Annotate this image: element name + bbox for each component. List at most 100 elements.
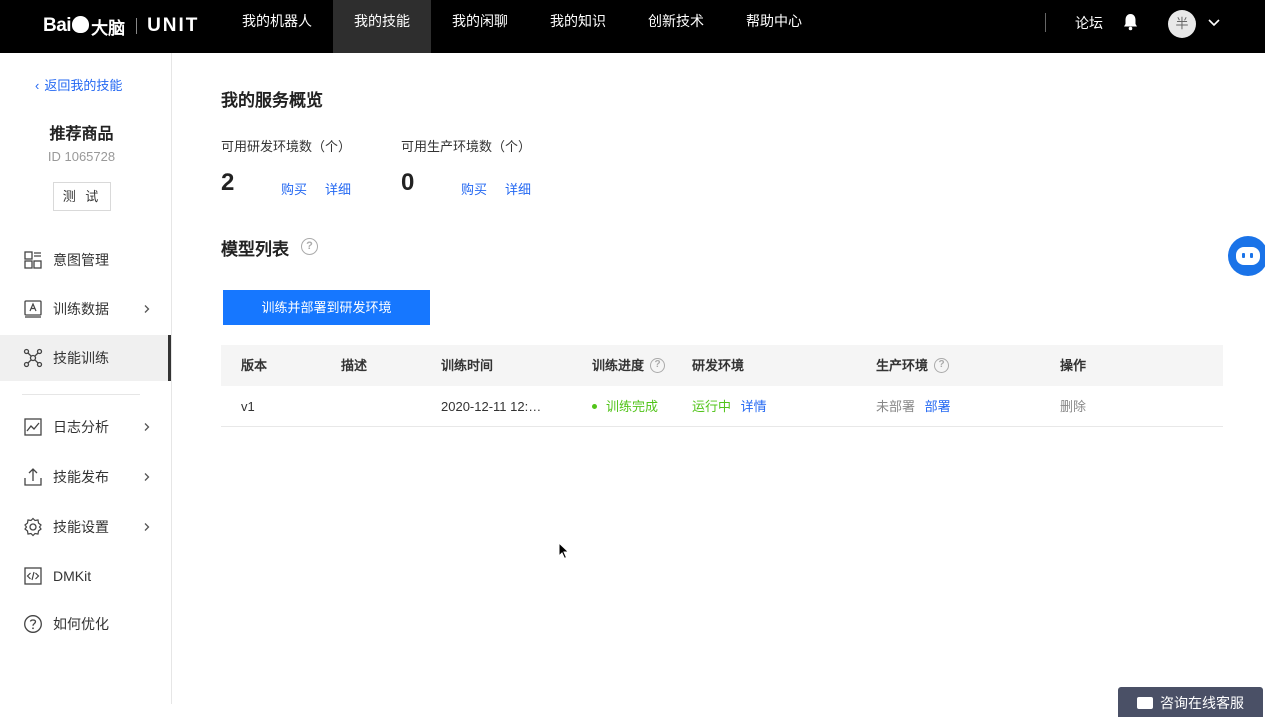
sidebar: ‹ 返回我的技能 推荐商品 ID 1065728 测 试 意图管理 训练数据 技…: [0, 53, 172, 704]
prod-env-buy-link[interactable]: 购买: [461, 179, 487, 198]
sidebar-item-skill-publish[interactable]: 技能发布: [0, 454, 171, 500]
skill-id: ID 1065728: [47, 149, 116, 164]
chart-trend-icon: [24, 418, 42, 436]
column-header-label: 生产环境: [876, 358, 929, 373]
help-circle-icon[interactable]: ?: [301, 238, 318, 255]
sidebar-item-label: 如何优化: [53, 616, 109, 632]
sidebar-item-log-analysis[interactable]: 日志分析: [0, 404, 171, 450]
sidebar-item-label: 技能设置: [53, 519, 109, 535]
cell-dev-env: 运行中 详情: [692, 386, 767, 427]
sidebar-item-label: 技能训练: [53, 350, 109, 366]
nav-my-skills[interactable]: 我的技能: [333, 0, 431, 53]
chevron-right-icon: [144, 305, 150, 313]
cell-version: v1: [241, 399, 255, 414]
sidebar-item-intent-management[interactable]: 意图管理: [0, 237, 171, 283]
assistant-robot-button[interactable]: [1228, 236, 1265, 276]
network-nodes-icon: [23, 348, 43, 368]
question-icon: [24, 615, 42, 633]
logo-text: Bai: [43, 15, 72, 36]
sidebar-divider: [22, 394, 140, 395]
help-circle-icon[interactable]: ?: [650, 358, 666, 374]
product-name: UNIT: [147, 15, 200, 36]
table-header: 版本 描述 训练时间 训练进度? 研发环境 生产环境? 操作: [221, 345, 1223, 386]
avatar[interactable]: 半: [1168, 10, 1196, 38]
baidu-paw-icon: [72, 15, 90, 33]
nav-divider: [1045, 13, 1046, 32]
cell-train-time: 2020-12-11 12:…: [441, 399, 542, 414]
bell-icon[interactable]: [1123, 13, 1138, 31]
column-header-description: 描述: [341, 358, 368, 373]
sidebar-item-label: 训练数据: [53, 301, 109, 317]
skill-name: 推荐商品: [49, 126, 114, 143]
sidebar-item-label: 技能发布: [53, 469, 109, 485]
sidebar-item-label: 日志分析: [53, 419, 109, 435]
column-header-dev-env: 研发环境: [692, 358, 745, 373]
model-table: 版本 描述 训练时间 训练进度? 研发环境 生产环境? 操作 v1 2020-1…: [221, 345, 1223, 427]
chat-icon: [1137, 697, 1153, 709]
code-icon: [24, 567, 42, 585]
sidebar-item-training-data[interactable]: 训练数据: [0, 286, 171, 332]
prod-env-status: 未部署: [876, 399, 916, 414]
robot-eye: [1242, 253, 1245, 258]
column-header-train-time: 训练时间: [441, 358, 494, 373]
deploy-link[interactable]: 部署: [925, 399, 951, 414]
back-to-skills-link[interactable]: ‹ 返回我的技能: [35, 75, 122, 94]
chevron-right-icon: [144, 523, 150, 531]
column-header-version: 版本: [241, 358, 268, 373]
baidu-unit-logo[interactable]: Bai 大脑 UNIT: [43, 10, 199, 42]
dev-env-summary: 可用研发环境数（个） 2 购买 详细: [221, 136, 352, 197]
logo-suffix: 大脑: [91, 18, 126, 38]
logo-divider: [136, 18, 138, 34]
nav-my-chitchat[interactable]: 我的闲聊: [431, 0, 529, 53]
dev-env-label: 可用研发环境数（个）: [221, 139, 352, 154]
test-button[interactable]: 测 试: [53, 182, 111, 211]
table-row: v1 2020-12-11 12:… 训练完成 运行中 详情 未部署 部署 删除: [221, 386, 1223, 427]
column-header-operation: 操作: [1060, 358, 1087, 373]
top-navigation-bar: Bai 大脑 UNIT 我的机器人 我的技能 我的闲聊 我的知识 创新技术 帮助…: [0, 0, 1265, 53]
status-dot: [592, 404, 597, 410]
delete-link[interactable]: 删除: [1060, 386, 1086, 427]
dev-env-buy-link[interactable]: 购买: [281, 179, 307, 198]
nav-my-knowledge[interactable]: 我的知识: [529, 0, 627, 53]
robot-eye: [1250, 253, 1253, 258]
column-header-progress: 训练进度?: [592, 345, 666, 386]
nav-innovation[interactable]: 创新技术: [627, 0, 725, 53]
upload-icon: [24, 468, 42, 486]
online-support-label: 咨询在线客服: [1160, 695, 1244, 711]
service-overview-title: 我的服务概览: [221, 91, 323, 110]
model-list-title-text: 模型列表: [221, 240, 289, 259]
mouse-cursor-icon: [558, 542, 570, 560]
sidebar-item-skill-training[interactable]: 技能训练: [0, 335, 171, 381]
chevron-down-icon[interactable]: [1207, 15, 1221, 29]
sidebar-item-label: 意图管理: [53, 252, 109, 268]
model-list-title: 模型列表 ?: [221, 235, 318, 260]
chevron-left-icon: ‹: [35, 78, 40, 93]
dev-env-detail-link[interactable]: 详情: [741, 399, 767, 414]
intent-grid-icon: [24, 251, 42, 269]
prod-env-label: 可用生产环境数（个）: [401, 139, 532, 154]
forum-link[interactable]: 论坛: [1075, 13, 1103, 33]
cell-prod-env: 未部署 部署: [876, 386, 951, 427]
robot-face-icon: [1236, 247, 1260, 265]
nav-help-center[interactable]: 帮助中心: [725, 0, 823, 53]
prod-env-count: 0: [401, 169, 415, 196]
chevron-right-icon: [144, 473, 150, 481]
prod-env-summary: 可用生产环境数（个） 0 购买 详细: [401, 136, 532, 197]
dev-env-count: 2: [221, 169, 235, 196]
prod-env-detail-link[interactable]: 详细: [505, 179, 531, 198]
column-header-label: 训练进度: [592, 358, 645, 373]
training-data-icon: [24, 300, 42, 318]
back-link-label: 返回我的技能: [44, 78, 123, 93]
online-support-button[interactable]: 咨询在线客服: [1118, 687, 1263, 717]
progress-status: 训练完成: [606, 399, 659, 414]
sidebar-item-label: DMKit: [53, 568, 92, 584]
train-and-deploy-button[interactable]: 训练并部署到研发环境: [223, 290, 430, 325]
column-header-prod-env: 生产环境?: [876, 345, 950, 386]
sidebar-item-how-to-optimize[interactable]: 如何优化: [0, 601, 171, 647]
nav-my-robots[interactable]: 我的机器人: [221, 0, 333, 53]
dev-env-detail-link[interactable]: 详细: [325, 179, 351, 198]
sidebar-item-skill-settings[interactable]: 技能设置: [0, 504, 171, 550]
help-circle-icon[interactable]: ?: [934, 358, 950, 374]
sidebar-item-dmkit[interactable]: DMKit: [0, 553, 171, 599]
gear-icon: [24, 517, 42, 537]
